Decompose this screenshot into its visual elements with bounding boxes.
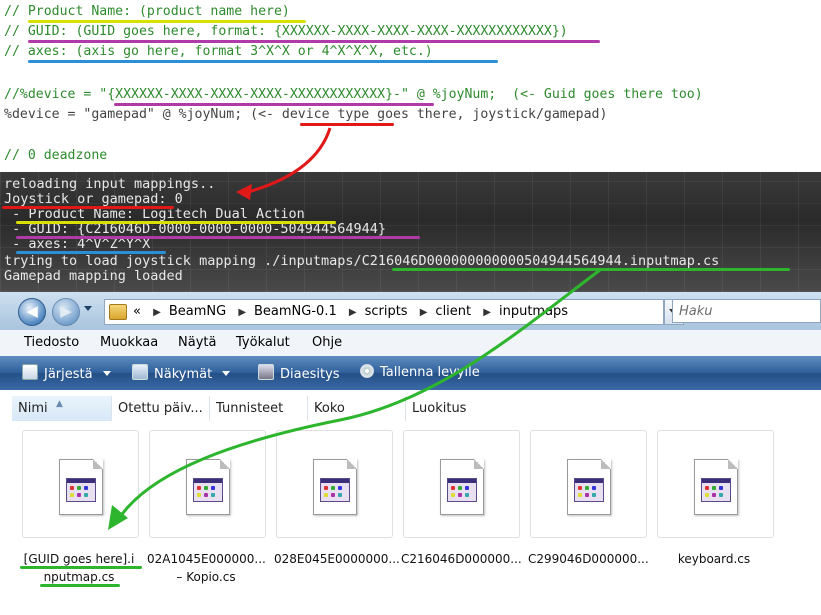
underline-axes — [28, 60, 498, 63]
chevron-down-icon — [222, 371, 231, 376]
underline-guid-filename-2 — [40, 584, 120, 587]
disc-icon — [360, 364, 374, 378]
underline-product-name — [28, 20, 306, 23]
code-line-device: %device = "gamepad" @ %joyNum; (<- devic… — [4, 107, 608, 122]
console-line: reloading input mappings.. — [4, 176, 216, 192]
cs-file-icon — [694, 459, 738, 515]
breadcrumb-client[interactable]: client — [435, 304, 471, 319]
chevron-down-icon — [102, 371, 111, 376]
console-line: - GUID: {C216046D-0000-0000-0000-5049445… — [4, 221, 387, 237]
command-bar: Järjestä Näkymät Diaesitys Tallenna levy… — [0, 356, 821, 390]
cs-file-icon — [567, 459, 611, 515]
file-tile[interactable] — [657, 430, 774, 538]
organize-icon — [22, 364, 38, 380]
breadcrumb-beamng[interactable]: BeamNG — [169, 304, 226, 319]
file-name[interactable]: C216046D000000... — [401, 550, 522, 568]
history-dropdown-icon[interactable] — [84, 306, 92, 311]
code-line-commented-device: //%device = "{XXXXXX-XXXX-XXXX-XXXX-XXXX… — [4, 87, 703, 102]
column-rating[interactable]: Luokitus — [406, 396, 504, 421]
file-explorer-window: ◀ ▶ « ▶ BeamNG ▶ BeamNG-0.1 ▶ scripts ▶ clie… — [0, 292, 821, 615]
console-line: Gamepad mapping loaded — [4, 268, 183, 284]
slideshow-icon — [258, 364, 274, 380]
organize-button[interactable]: Järjestä — [22, 364, 111, 382]
code-line-product-name: // Product Name: (product name here) — [4, 4, 290, 19]
breadcrumb: « ▶ BeamNG ▶ BeamNG-0.1 ▶ scripts ▶ client ▶… — [133, 304, 569, 319]
file-name[interactable]: keyboard.cs — [655, 550, 773, 568]
file-name[interactable]: C299046D000000... — [528, 550, 649, 568]
address-field[interactable]: « ▶ BeamNG ▶ BeamNG-0.1 ▶ scripts ▶ client ▶… — [104, 299, 664, 325]
breadcrumb-overflow[interactable]: « — [133, 304, 141, 319]
file-tile[interactable] — [403, 430, 520, 538]
console-line: trying to load joystick mapping ./inputm… — [4, 253, 720, 269]
menu-view[interactable]: Näytä — [178, 335, 216, 350]
search-input[interactable]: Haku — [672, 299, 821, 323]
column-size[interactable]: Koko — [308, 396, 406, 421]
code-line-guid: // GUID: (GUID goes here, format: {XXXXX… — [4, 24, 568, 39]
underline-guid — [28, 40, 600, 43]
file-name[interactable]: 028E045E0000000... — [274, 550, 400, 568]
forward-button[interactable]: ▶ — [52, 298, 80, 326]
column-tags[interactable]: Tunnisteet — [210, 396, 308, 421]
file-tile[interactable] — [530, 430, 647, 538]
slideshow-button[interactable]: Diaesitys — [258, 364, 340, 382]
console-line: - Product Name: Logitech Dual Action — [4, 206, 305, 222]
back-arrow-icon: ◀ — [26, 302, 38, 320]
underline-device-guid — [114, 103, 434, 106]
game-console: reloading input mappings.. Joystick or g… — [0, 172, 821, 292]
file-tile[interactable] — [22, 430, 139, 538]
underline-joystick — [2, 206, 174, 209]
column-name[interactable]: ▲ Nimi — [12, 396, 112, 421]
views-icon — [132, 364, 148, 380]
underline-device-type — [300, 123, 394, 126]
cs-file-icon — [186, 459, 230, 515]
menu-edit[interactable]: Muokkaa — [100, 335, 158, 350]
breadcrumb-beamng-01[interactable]: BeamNG-0.1 — [254, 304, 337, 319]
menu-file[interactable]: Tiedosto — [24, 335, 79, 350]
folder-icon — [109, 304, 127, 320]
breadcrumb-scripts[interactable]: scripts — [365, 304, 408, 319]
address-bar-area: ◀ ▶ « ▶ BeamNG ▶ BeamNG-0.1 ▶ scripts ▶ clie… — [0, 292, 821, 331]
console-line: - axes: 4^V^Z^Y^X — [4, 236, 151, 252]
code-line-deadzone: // 0 deadzone — [4, 148, 108, 163]
underline-console-product — [16, 221, 336, 224]
column-headers: ▲ Nimi Otettu päiv... Tunnisteet Koko Luo… — [12, 396, 821, 421]
cs-file-icon — [313, 459, 357, 515]
cs-file-icon — [440, 459, 484, 515]
file-tile[interactable] — [276, 430, 393, 538]
forward-arrow-icon: ▶ — [60, 302, 72, 320]
file-tile[interactable] — [149, 430, 266, 538]
menu-tools[interactable]: Työkalut — [236, 335, 290, 350]
breadcrumb-inputmaps[interactable]: inputmaps — [499, 304, 568, 319]
back-button[interactable]: ◀ — [18, 298, 46, 326]
code-editor-panel: // Product Name: (product name here) // … — [0, 0, 821, 172]
burn-button[interactable]: Tallenna levylle — [360, 364, 480, 380]
console-line: Joystick or gamepad: 0 — [4, 191, 183, 207]
views-button[interactable]: Näkymät — [132, 364, 231, 382]
file-name[interactable]: 02A1045E000000... – Kopio.cs — [147, 550, 266, 586]
code-line-axes: // axes: (axis go here, format 3^X^X or … — [4, 44, 433, 59]
sort-arrow-icon: ▲ — [56, 399, 63, 409]
menu-help[interactable]: Ohje — [312, 335, 342, 350]
cs-file-icon — [59, 459, 103, 515]
menu-bar: Tiedosto Muokkaa Näytä Työkalut Ohje — [0, 330, 821, 357]
underline-console-axes — [16, 251, 166, 254]
underline-guid-filename — [20, 566, 142, 569]
underline-console-guid — [16, 236, 420, 239]
underline-console-filename — [392, 268, 790, 271]
column-date-taken[interactable]: Otettu päiv... — [112, 396, 210, 421]
